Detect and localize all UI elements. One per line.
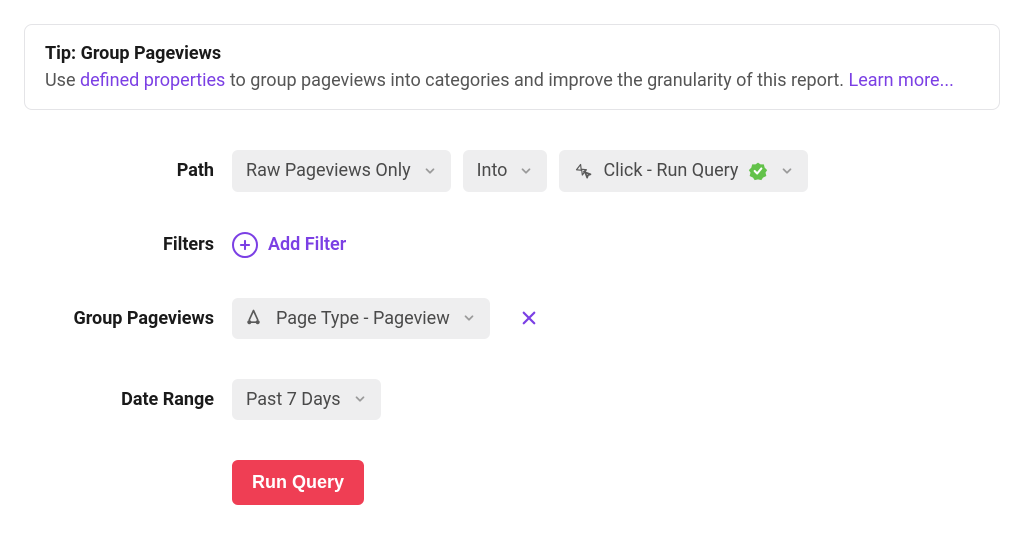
date-range-label: Date Range xyxy=(24,387,214,412)
remove-group-button[interactable] xyxy=(514,309,544,327)
tip-body: Use defined properties to group pageview… xyxy=(45,68,979,93)
tip-title: Tip: Group Pageviews xyxy=(45,41,979,66)
close-icon xyxy=(520,309,538,327)
path-direction-value: Into xyxy=(477,158,508,183)
group-value: Page Type - Pageview xyxy=(276,306,450,331)
cursor-click-icon xyxy=(573,161,593,181)
path-target-value: Click - Run Query xyxy=(603,158,738,183)
add-filter-button[interactable]: Add Filter xyxy=(232,232,346,258)
group-select[interactable]: Page Type - Pageview xyxy=(232,298,490,339)
chevron-down-icon xyxy=(462,311,476,325)
learn-more-link[interactable]: Learn more... xyxy=(849,70,954,91)
group-label: Group Pageviews xyxy=(24,306,214,331)
date-range-value: Past 7 Days xyxy=(246,387,341,412)
query-form: Path Raw Pageviews Only Into Click - Run… xyxy=(24,150,1000,505)
chevron-down-icon xyxy=(519,164,533,178)
tip-text-pre: Use xyxy=(45,70,80,91)
tip-banner: Tip: Group Pageviews Use defined propert… xyxy=(24,24,1000,110)
property-icon xyxy=(246,308,266,328)
chevron-down-icon xyxy=(780,164,794,178)
run-query-button[interactable]: Run Query xyxy=(232,460,364,505)
group-controls: Page Type - Pageview xyxy=(232,298,1000,339)
verified-badge-icon xyxy=(748,161,768,181)
submit-controls: Run Query xyxy=(232,460,1000,505)
tip-text-post: to group pageviews into categories and i… xyxy=(225,70,848,91)
path-label: Path xyxy=(24,158,214,183)
chevron-down-icon xyxy=(423,164,437,178)
path-start-value: Raw Pageviews Only xyxy=(246,158,411,183)
add-filter-label: Add Filter xyxy=(268,232,346,257)
date-range-controls: Past 7 Days xyxy=(232,379,1000,420)
path-target-select[interactable]: Click - Run Query xyxy=(559,150,808,191)
plus-circle-icon xyxy=(232,232,258,258)
chevron-down-icon xyxy=(353,392,367,406)
path-direction-select[interactable]: Into xyxy=(463,150,548,191)
path-start-select[interactable]: Raw Pageviews Only xyxy=(232,150,451,191)
date-range-select[interactable]: Past 7 Days xyxy=(232,379,381,420)
defined-properties-link[interactable]: defined properties xyxy=(80,70,225,91)
filters-label: Filters xyxy=(24,232,214,257)
filters-controls: Add Filter xyxy=(232,232,1000,258)
path-controls: Raw Pageviews Only Into Click - Run Quer… xyxy=(232,150,1000,191)
